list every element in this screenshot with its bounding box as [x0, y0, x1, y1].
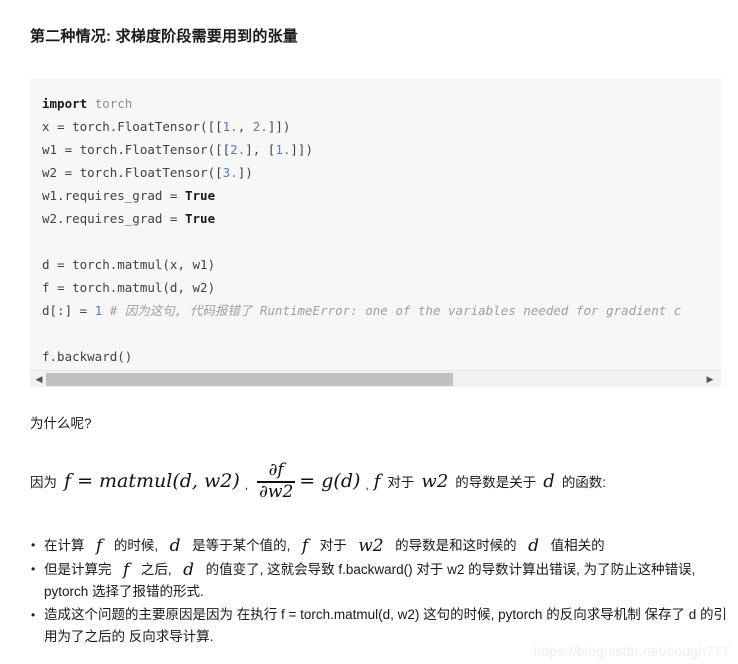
code-token: ]) — [237, 165, 253, 180]
formula-row: 因为 f = matmul(d, w2) , ∂f ∂w2 = g(d) , f… — [30, 455, 720, 507]
formula-var-w2: w2 — [421, 470, 449, 492]
question-paragraph: 为什么呢? — [30, 416, 92, 431]
code-content: import torch x = torch.FloatTensor([[1., … — [30, 78, 721, 366]
code-line: w2.requires_grad = True — [42, 207, 721, 230]
code-line: x = torch.FloatTensor([[1., 2.]]) — [42, 115, 721, 138]
code-line: d = torch.matmul(x, w1) — [42, 253, 721, 276]
formula-separator-2: , — [365, 478, 369, 492]
code-line: w2 = torch.FloatTensor([3.]) — [42, 161, 721, 184]
explanation-list: 在计算 f 的时候, d 是等于某个值的, f 对于 w2 的导数是和这时候的 … — [30, 534, 730, 649]
code-token: 1. — [222, 119, 238, 134]
code-token: ], [ — [245, 142, 276, 157]
code-token: torch — [94, 96, 133, 111]
formula-prefix: 因为 — [30, 475, 57, 490]
code-token: d = torch.matmul(x, w1) — [42, 257, 216, 272]
bullet1-math-f-1: f — [96, 536, 103, 556]
code-token: import — [42, 96, 88, 111]
partial-derivative-fraction: ∂f ∂w2 — [257, 460, 296, 502]
scroll-right-arrow-icon[interactable]: ▶ — [703, 371, 717, 387]
code-token: f.backward() — [42, 349, 133, 364]
formula-var-d: d — [543, 470, 555, 492]
list-item: 在计算 f 的时候, d 是等于某个值的, f 对于 w2 的导数是和这时候的 … — [30, 534, 730, 557]
fraction-numerator: ∂f — [268, 460, 284, 481]
bullet2-text-2: 之后, — [140, 562, 172, 577]
code-token: ]]) — [290, 142, 313, 157]
bullet1-text-4: 对于 — [319, 538, 347, 553]
code-token: f = torch.matmul(d, w2) — [42, 280, 216, 295]
page-title: 第二种情况: 求梯度阶段需要用到的张量 — [30, 28, 298, 45]
code-token: w1 = torch.FloatTensor([[ — [42, 142, 231, 157]
code-token: w2.requires_grad = — [42, 211, 185, 226]
formula-separator-1: , — [244, 478, 249, 492]
page-root: 第二种情况: 求梯度阶段需要用到的张量 import torch x = torc… — [0, 0, 738, 664]
bullet1-math-w2: w2 — [358, 536, 384, 556]
code-line: f.backward() — [42, 345, 721, 366]
code-token: x = torch.FloatTensor([[ — [42, 119, 223, 134]
code-token: True — [185, 188, 216, 203]
formula-expression-1: f = matmul(d, w2) — [64, 470, 240, 492]
code-token: 2. — [230, 142, 246, 157]
scrollbar-thumb[interactable] — [46, 373, 454, 386]
code-token: w2 = torch.FloatTensor([ — [42, 165, 223, 180]
code-line: w1.requires_grad = True — [42, 184, 721, 207]
watermark: https://blog.csdn.net/cough777 — [533, 643, 730, 659]
code-horizontal-scrollbar[interactable]: ◀ ▶ — [30, 370, 721, 387]
formula-var-f: f — [373, 470, 381, 492]
scroll-left-arrow-icon[interactable]: ◀ — [32, 371, 46, 387]
bullet1-text-5: 的导数是和这时候的 — [395, 538, 517, 553]
bullet3-text-1: 造成这个问题的主要原因是因为 在执行 f = torch.matmul(d, w… — [44, 607, 727, 644]
formula-suffix: 的函数: — [561, 475, 607, 490]
scrollbar-track[interactable] — [46, 372, 703, 387]
code-token: w1.requires_grad = — [42, 188, 185, 203]
code-token: , — [237, 119, 253, 134]
code-token: 3. — [222, 165, 238, 180]
code-token: # 因为这句, 代码报错了 RuntimeError: one of the v… — [102, 303, 682, 318]
code-line: f = torch.matmul(d, w2) — [42, 276, 721, 299]
formula-equals-rhs: = g(d) — [299, 470, 361, 492]
bullet1-math-d-2: d — [528, 536, 540, 556]
bullet2-text-1: 但是计算完 — [44, 562, 112, 577]
fraction-denominator: ∂w2 — [259, 481, 294, 502]
bullet1-text-6: 值相关的 — [550, 538, 605, 553]
list-item: 造成这个问题的主要原因是因为 在执行 f = torch.matmul(d, w… — [30, 604, 730, 648]
code-line: d[:] = 1 # 因为这句, 代码报错了 RuntimeError: one… — [42, 299, 721, 322]
code-token: 1. — [275, 142, 291, 157]
code-token: d[:] = — [42, 303, 95, 318]
code-token: ]]) — [267, 119, 291, 134]
bullet2-math-d: d — [183, 560, 195, 580]
code-line: import torch — [42, 92, 721, 115]
bullet1-text-3: 是等于某个值的, — [192, 538, 291, 553]
bullet1-math-f-2: f — [301, 536, 309, 556]
bullet1-math-d-1: d — [169, 536, 181, 556]
code-token: True — [185, 211, 216, 226]
list-item: 但是计算完 f 之后, d 的值变了, 这就会导致 f.backward() 对… — [30, 558, 730, 603]
code-line: w1 = torch.FloatTensor([[2.], [1.]]) — [42, 138, 721, 161]
bullet1-text-1: 在计算 — [44, 538, 85, 553]
code-token: 2. — [252, 119, 268, 134]
bullet1-text-2: 的时候, — [113, 538, 159, 553]
code-block: import torch x = torch.FloatTensor([[1., … — [30, 78, 721, 387]
formula-mid-text-2: 的导数是关于 — [455, 475, 537, 490]
bullet2-math-f: f — [123, 560, 130, 580]
formula-mid-text-1: 对于 — [387, 475, 415, 490]
